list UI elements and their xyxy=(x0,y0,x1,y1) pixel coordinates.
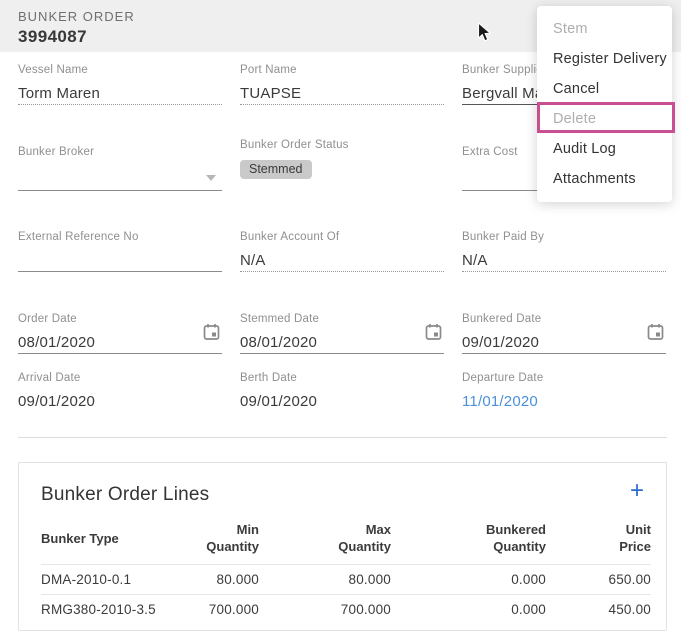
external-reference-value[interactable] xyxy=(18,252,222,272)
menu-item-audit-log[interactable]: Audit Log xyxy=(537,134,672,164)
bunker-account-of-field[interactable]: Bunker Account Of N/A xyxy=(240,231,444,272)
bunker-account-of-value[interactable]: N/A xyxy=(240,252,444,272)
menu-item-register-delivery[interactable]: Register Delivery xyxy=(537,44,672,74)
col-min-quantity: MinQuantity xyxy=(171,521,259,565)
bunker-paid-by-field[interactable]: Bunker Paid By N/A xyxy=(462,231,666,272)
departure-date-label: Departure Date xyxy=(462,372,666,386)
bunker-order-lines-card: Bunker Order Lines + Bunker Type MinQuan… xyxy=(18,462,667,631)
order-date-label: Order Date xyxy=(18,313,222,327)
berth-date-field: Berth Date 09/01/2020 xyxy=(240,372,444,413)
vessel-name-label: Vessel Name xyxy=(18,64,222,78)
menu-item-cancel[interactable]: Cancel xyxy=(537,74,672,104)
section-divider xyxy=(18,437,667,438)
order-date-field[interactable]: Order Date 08/01/2020 xyxy=(18,313,222,354)
bunker-paid-by-value[interactable]: N/A xyxy=(462,252,666,272)
arrival-date-label: Arrival Date xyxy=(18,372,222,386)
arrival-date-value: 09/01/2020 xyxy=(18,393,222,413)
calendar-icon[interactable] xyxy=(203,323,220,346)
mouse-cursor-icon xyxy=(477,22,493,49)
bunkered-date-label: Bunkered Date xyxy=(462,313,666,327)
bunkered-date-value[interactable]: 09/01/2020 xyxy=(462,334,666,354)
menu-item-delete: Delete xyxy=(537,104,672,134)
cell-bunker-type[interactable]: RMG380-2010-3.5 xyxy=(41,595,171,625)
col-max-quantity: MaxQuantity xyxy=(259,521,391,565)
cell-max-quantity[interactable]: 80.000 xyxy=(259,565,391,595)
vessel-name-value[interactable]: Torm Maren xyxy=(18,85,222,105)
bunker-order-lines-title: Bunker Order Lines xyxy=(41,484,209,506)
cell-unit-price[interactable]: 650.00 xyxy=(546,565,651,595)
col-bunkered-quantity: BunkeredQuantity xyxy=(391,521,546,565)
page-title: BUNKER ORDER xyxy=(18,9,135,24)
external-reference-field[interactable]: External Reference No xyxy=(18,231,222,272)
bunker-order-status-label: Bunker Order Status xyxy=(240,139,444,153)
table-row[interactable]: RMG380-2010-3.5 700.000 700.000 0.000 45… xyxy=(41,595,651,625)
port-name-value[interactable]: TUAPSE xyxy=(240,85,444,105)
berth-date-value: 09/01/2020 xyxy=(240,393,444,413)
external-reference-label: External Reference No xyxy=(18,231,222,245)
menu-item-stem: Stem xyxy=(537,14,672,44)
cell-max-quantity[interactable]: 700.000 xyxy=(259,595,391,625)
col-unit-price: UnitPrice xyxy=(546,521,651,565)
cell-bunker-type[interactable]: DMA-2010-0.1 xyxy=(41,565,171,595)
cell-bunkered-quantity[interactable]: 0.000 xyxy=(391,595,546,625)
bunker-broker-value[interactable] xyxy=(18,167,222,191)
arrival-date-field: Arrival Date 09/01/2020 xyxy=(18,372,222,413)
bunker-account-of-label: Bunker Account Of xyxy=(240,231,444,245)
cell-bunkered-quantity[interactable]: 0.000 xyxy=(391,565,546,595)
table-row[interactable]: DMA-2010-0.1 80.000 80.000 0.000 650.00 xyxy=(41,565,651,595)
departure-date-field[interactable]: Departure Date 11/01/2020 xyxy=(462,372,666,413)
calendar-icon[interactable] xyxy=(647,323,664,346)
bunker-order-status-field: Bunker Order Status Stemmed xyxy=(240,139,444,179)
bunker-paid-by-label: Bunker Paid By xyxy=(462,231,666,245)
bunker-order-page: BUNKER ORDER 3994087 Vessel Name Torm Ma… xyxy=(0,0,681,636)
order-lines-table: Bunker Type MinQuantity MaxQuantity Bunk… xyxy=(41,521,651,625)
stemmed-date-label: Stemmed Date xyxy=(240,313,444,327)
order-date-value[interactable]: 08/01/2020 xyxy=(18,334,222,354)
bunkered-date-field[interactable]: Bunkered Date 09/01/2020 xyxy=(462,313,666,354)
status-badge: Stemmed xyxy=(240,160,312,179)
port-name-field[interactable]: Port Name TUAPSE xyxy=(240,64,444,105)
chevron-down-icon[interactable] xyxy=(206,175,216,181)
stemmed-date-field[interactable]: Stemmed Date 08/01/2020 xyxy=(240,313,444,354)
bunker-broker-label: Bunker Broker xyxy=(18,146,222,160)
menu-item-attachments[interactable]: Attachments xyxy=(537,164,672,194)
add-order-line-button[interactable]: + xyxy=(630,479,644,503)
calendar-icon[interactable] xyxy=(425,323,442,346)
departure-date-link[interactable]: 11/01/2020 xyxy=(462,393,666,413)
context-menu: Stem Register Delivery Cancel Delete Aud… xyxy=(537,6,672,202)
cell-min-quantity[interactable]: 80.000 xyxy=(171,565,259,595)
col-bunker-type: Bunker Type xyxy=(41,521,171,565)
stemmed-date-value[interactable]: 08/01/2020 xyxy=(240,334,444,354)
cell-min-quantity[interactable]: 700.000 xyxy=(171,595,259,625)
order-number: 3994087 xyxy=(18,27,87,47)
table-header-row: Bunker Type MinQuantity MaxQuantity Bunk… xyxy=(41,521,651,565)
berth-date-label: Berth Date xyxy=(240,372,444,386)
vessel-name-field[interactable]: Vessel Name Torm Maren xyxy=(18,64,222,105)
cell-unit-price[interactable]: 450.00 xyxy=(546,595,651,625)
port-name-label: Port Name xyxy=(240,64,444,78)
bunker-broker-field[interactable]: Bunker Broker xyxy=(18,146,222,191)
